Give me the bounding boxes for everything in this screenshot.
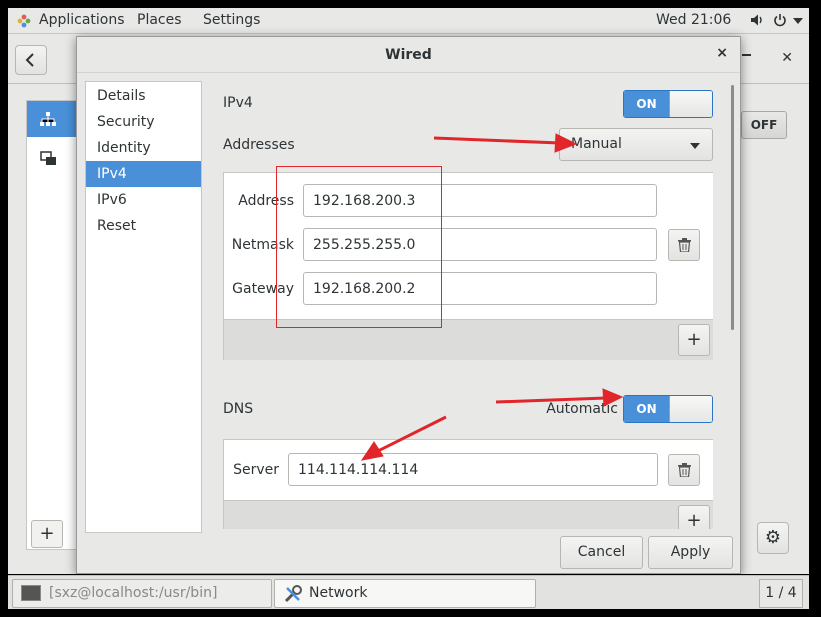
power-icon[interactable]: [773, 13, 787, 27]
wired-network-icon: [40, 112, 56, 126]
sidebar-item-identity[interactable]: Identity: [86, 135, 201, 161]
addresses-method-value: Manual: [571, 136, 622, 152]
back-button[interactable]: [15, 45, 47, 75]
taskbar: [sxz@localhost:/usr/bin] Network 1 / 4: [8, 575, 809, 609]
places-menu[interactable]: Places: [137, 12, 182, 28]
sidebar-item-ipv4[interactable]: IPv4: [86, 161, 201, 187]
ipv4-switch[interactable]: ON: [623, 90, 713, 118]
sidebar-item-reset[interactable]: Reset: [86, 213, 201, 239]
gear-icon[interactable]: ⚙: [757, 522, 789, 554]
clock[interactable]: Wed 21:06: [656, 12, 731, 28]
dialog-sidebar: Details Security Identity IPv4 IPv6 Rese…: [85, 81, 202, 533]
delete-dns-button[interactable]: [668, 454, 700, 486]
trash-icon: [678, 238, 691, 252]
close-window-icon[interactable]: ✕: [781, 50, 793, 66]
chevron-down-icon: [690, 143, 700, 149]
minimize-icon[interactable]: [742, 54, 751, 56]
dns-switch-knob: [669, 396, 712, 422]
dns-footer: +: [224, 500, 713, 529]
settings-menu[interactable]: Settings: [203, 12, 260, 28]
dialog-title: Wired: [77, 37, 740, 73]
dns-title: DNS: [223, 401, 254, 417]
workspace-pager[interactable]: 1 / 4: [759, 579, 803, 608]
apply-button[interactable]: Apply: [648, 536, 733, 569]
gateway-input[interactable]: [303, 272, 657, 305]
dns-server-input[interactable]: [288, 453, 658, 486]
addresses-footer: +: [224, 319, 713, 360]
applications-menu-icon: [17, 14, 31, 28]
network-proxy-icon: [40, 151, 56, 165]
sidebar-item-details[interactable]: Details: [86, 83, 201, 109]
server-label: Server: [233, 462, 279, 478]
close-icon[interactable]: ×: [716, 45, 728, 61]
taskbar-network[interactable]: Network: [274, 579, 536, 608]
cancel-button[interactable]: Cancel: [560, 536, 643, 569]
address-input[interactable]: [303, 184, 657, 217]
add-dns-button[interactable]: +: [678, 505, 710, 529]
addresses-method-dropdown[interactable]: Manual: [559, 128, 713, 161]
volume-icon[interactable]: [750, 13, 764, 27]
addresses-panel: Address Netmask Gateway +: [223, 172, 713, 360]
taskbar-terminal-label: [sxz@localhost:/usr/bin]: [49, 585, 218, 601]
tools-icon: [284, 585, 302, 603]
ipv4-settings-pane: IPv4 ON Addresses Manual Address Netmask: [223, 81, 713, 529]
delete-address-button[interactable]: [668, 229, 700, 261]
dns-panel: Server +: [223, 439, 713, 529]
back-arrow-icon: [25, 53, 34, 67]
ipv4-switch-label: ON: [624, 91, 669, 117]
add-connection-button[interactable]: +: [31, 520, 63, 548]
trash-icon: [678, 463, 691, 477]
ipv4-switch-knob: [669, 91, 712, 117]
add-address-button[interactable]: +: [678, 324, 710, 356]
terminal-icon: [21, 585, 41, 601]
address-label: Address: [238, 193, 294, 209]
wired-power-switch[interactable]: OFF: [741, 111, 787, 139]
sidebar-item-ipv6[interactable]: IPv6: [86, 187, 201, 213]
wired-dialog: Wired × Details Security Identity IPv4 I…: [76, 36, 741, 574]
gateway-label: Gateway: [232, 281, 294, 297]
system-menu-arrow-icon[interactable]: [793, 18, 803, 25]
ipv4-title: IPv4: [223, 95, 253, 111]
sidebar-item-security[interactable]: Security: [86, 109, 201, 135]
addresses-title: Addresses: [223, 137, 295, 153]
taskbar-terminal[interactable]: [sxz@localhost:/usr/bin]: [12, 579, 272, 608]
dns-automatic-switch[interactable]: ON: [623, 395, 713, 423]
applications-menu[interactable]: Applications: [39, 12, 125, 28]
desktop: Applications Places Settings Wed 21:06 ✕: [0, 0, 821, 617]
scrollbar[interactable]: [731, 85, 734, 330]
netmask-input[interactable]: [303, 228, 657, 261]
top-bar: Applications Places Settings Wed 21:06: [8, 8, 809, 34]
taskbar-network-label: Network: [309, 585, 368, 601]
dns-automatic-label: Automatic: [546, 401, 618, 417]
dns-switch-label: ON: [624, 396, 669, 422]
netmask-label: Netmask: [231, 237, 294, 253]
